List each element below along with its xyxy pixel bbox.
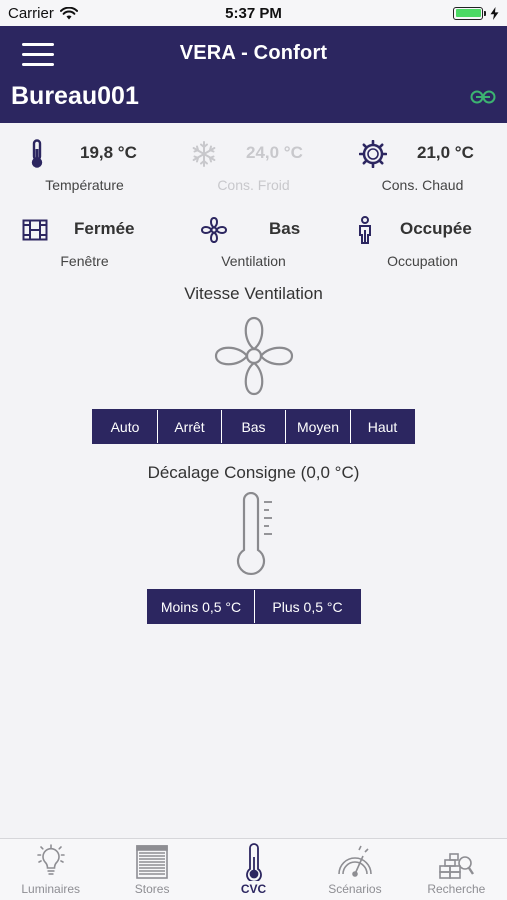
cons-froid-label: Cons. Froid: [217, 177, 290, 193]
occupation-tile: Occupée Occupation: [338, 205, 507, 269]
sun-gear-icon: [358, 139, 388, 169]
tab-luminaires-label: Luminaires: [21, 882, 81, 896]
tab-stores-label: Stores: [134, 882, 170, 896]
cons-chaud-tile: 21,0 °C Cons. Chaud: [338, 129, 507, 193]
vent-auto-button[interactable]: Auto: [93, 410, 158, 443]
tab-recherche[interactable]: Recherche: [406, 839, 507, 900]
wifi-icon: [59, 6, 78, 19]
vent-medium-button[interactable]: Moyen: [286, 410, 351, 443]
window-value: Fermée: [74, 219, 135, 238]
temperature-label: Température: [45, 177, 124, 193]
cons-chaud-label: Cons. Chaud: [381, 177, 464, 193]
ventilation-speed-control: Auto Arrêt Bas Moyen Haut: [92, 409, 415, 444]
ventilation-title: Vitesse Ventilation: [184, 284, 323, 303]
occupation-value: Occupée: [400, 219, 472, 238]
cons-chaud-value: 21,0 °C: [417, 143, 474, 162]
offset-control: Moins 0,5 °C Plus 0,5 °C: [147, 589, 361, 624]
cons-froid-tile: 24,0 °C Cons. Froid: [169, 129, 338, 193]
window-label: Fenêtre: [60, 253, 109, 269]
app-title: VERA - Confort: [179, 42, 328, 64]
temperature-tile: 19,8 °C Température: [0, 129, 169, 193]
info-row-2: Fermée Fenêtre Bas Ventilation Occupée O…: [0, 205, 507, 275]
occupation-label: Occupation: [387, 253, 458, 269]
search-bricks-icon: [436, 843, 476, 881]
blinds-icon: [132, 843, 172, 881]
bottom-tab-bar: Luminaires Stores CVC Scénarios Recherch…: [0, 838, 507, 900]
person-icon: [350, 215, 380, 245]
offset-title: Décalage Consigne (0,0 °C): [147, 463, 360, 482]
ventilation-label: Ventilation: [221, 253, 286, 269]
tab-cvc-label: CVC: [240, 882, 267, 896]
vent-off-button[interactable]: Arrêt: [158, 410, 222, 443]
vent-low-button[interactable]: Bas: [222, 410, 286, 443]
carrier-label: Carrier: [8, 4, 54, 22]
tab-recherche-label: Recherche: [427, 882, 486, 896]
snowflake-icon: [189, 139, 219, 169]
large-fan-icon: [214, 316, 294, 396]
info-row-1: 19,8 °C Température 24,0 °C Cons. Froid: [0, 129, 507, 199]
room-title: Bureau001: [11, 82, 139, 110]
window-icon: [20, 215, 50, 245]
minus-half-degree-button[interactable]: Moins 0,5 °C: [148, 590, 255, 623]
gauge-icon: [335, 843, 375, 881]
ventilation-tile: Bas Ventilation: [169, 205, 338, 269]
app-header: VERA - Confort Bureau001: [0, 26, 507, 123]
thermometer-icon: [234, 843, 274, 881]
ventilation-value: Bas: [269, 219, 301, 238]
bulb-icon: [31, 843, 71, 881]
fan-icon: [199, 215, 229, 245]
plus-half-degree-button[interactable]: Plus 0,5 °C: [255, 590, 360, 623]
link-icon[interactable]: [470, 90, 496, 104]
tab-scenarios-label: Scénarios: [328, 882, 382, 896]
temperature-value: 19,8 °C: [80, 143, 137, 162]
window-tile: Fermée Fenêtre: [0, 205, 169, 269]
vent-high-button[interactable]: Haut: [351, 410, 414, 443]
battery-icon: [453, 6, 486, 20]
thermometer-icon: [22, 139, 52, 169]
tab-cvc[interactable]: CVC: [203, 839, 304, 900]
status-bar: Carrier 5:37 PM: [0, 0, 507, 26]
tab-scenarios[interactable]: Scénarios: [304, 839, 405, 900]
cons-froid-value: 24,0 °C: [246, 143, 303, 162]
tab-luminaires[interactable]: Luminaires: [0, 839, 101, 900]
tab-stores[interactable]: Stores: [101, 839, 202, 900]
large-thermometer-icon: [236, 492, 272, 575]
charging-bolt-icon: [490, 6, 499, 20]
